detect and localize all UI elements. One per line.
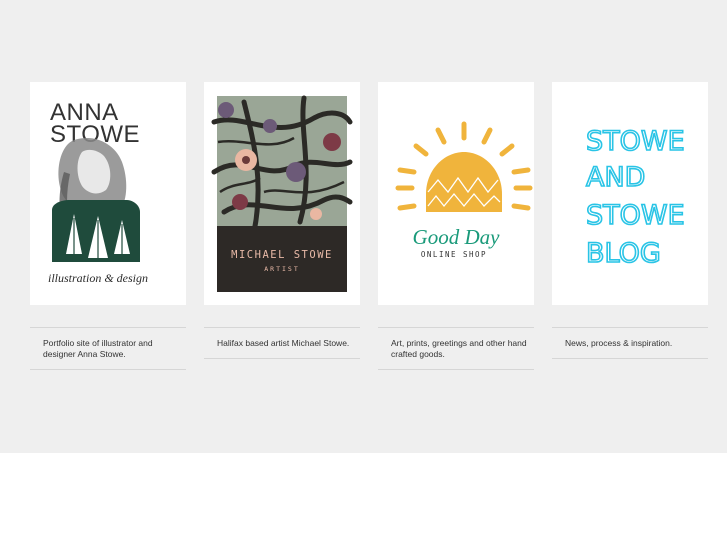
blog-line-3: STOWE (586, 200, 685, 231)
michael-stowe-artwork: MICHAEL STOWE ARTIST (211, 95, 353, 292)
michael-title: MICHAEL STOWE (231, 249, 333, 261)
blog-line-4: BLOG (586, 238, 661, 269)
card-good-day[interactable]: Good Day ONLINE SHOP (378, 82, 534, 305)
card-stowe-blog[interactable]: STOWE AND STOWE BLOG (552, 82, 708, 305)
card-description: News, process & inspiration. (552, 327, 708, 359)
good-day-title: Good Day (413, 225, 501, 249)
michael-subtitle: ARTIST (264, 265, 299, 273)
card-anna-stowe[interactable]: ANNA STOWE illustration & design (30, 82, 186, 305)
good-day-subtitle: ONLINE SHOP (421, 250, 487, 259)
card-description: Portfolio site of illustrator and design… (30, 327, 186, 370)
anna-stowe-illustration: ANNA STOWE illustration & design (48, 99, 148, 285)
card-michael-stowe[interactable]: MICHAEL STOWE ARTIST (204, 82, 360, 305)
good-day-logo: Good Day ONLINE SHOP (395, 121, 533, 259)
card-description: Halifax based artist Michael Stowe. (204, 327, 360, 359)
anna-subtitle: illustration & design (48, 271, 148, 285)
card-description: Art, prints, greetings and other hand cr… (378, 327, 534, 370)
blog-line-2: AND (586, 162, 645, 193)
stowe-blog-lettering: STOWE AND STOWE BLOG (585, 125, 685, 270)
blog-line-1: STOWE (586, 126, 685, 157)
